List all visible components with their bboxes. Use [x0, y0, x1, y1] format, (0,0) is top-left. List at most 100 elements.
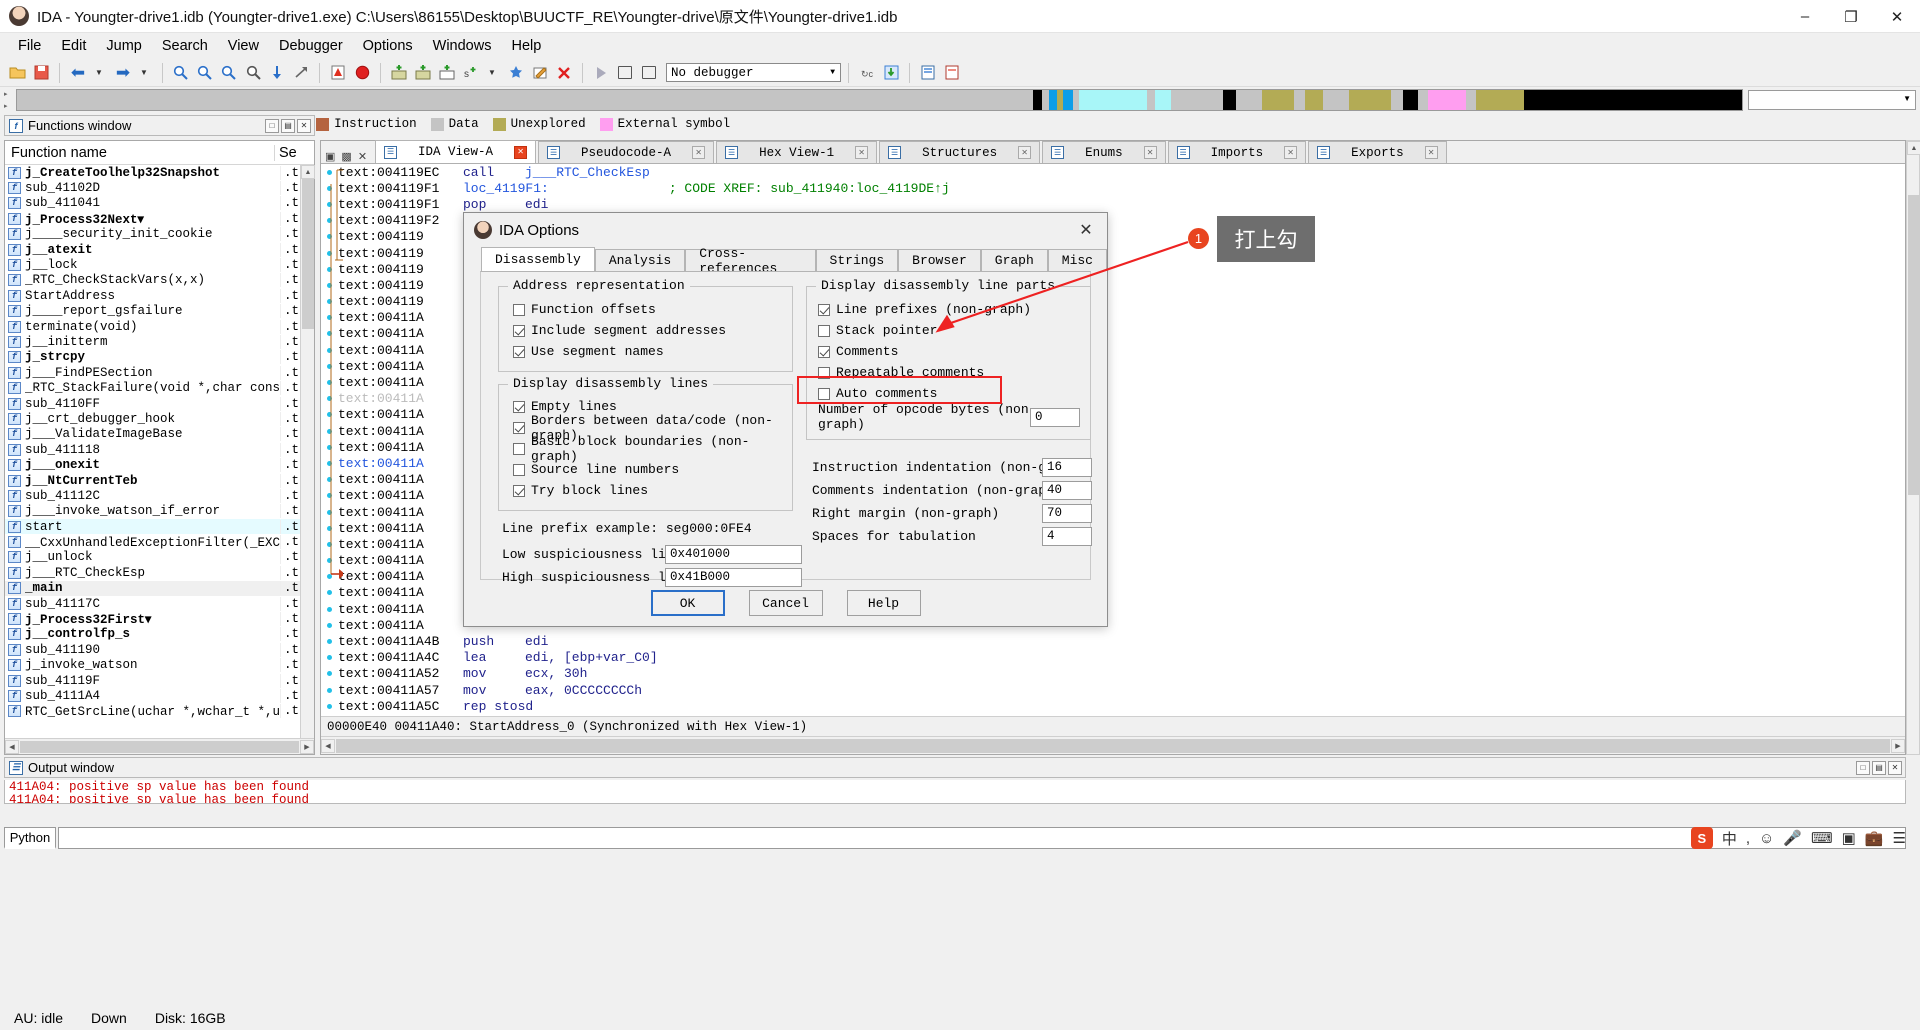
tab-close-icon[interactable]: ✕: [1018, 146, 1032, 159]
open-file-icon[interactable]: [6, 62, 28, 84]
scroll-right-arrow-icon[interactable]: ▶: [300, 739, 314, 754]
function-list-item[interactable]: f j___invoke_watson_if_error .t: [5, 504, 314, 519]
function-list-item[interactable]: f j__unlock .t: [5, 550, 314, 565]
pause-icon[interactable]: [614, 62, 636, 84]
run-icon[interactable]: [590, 62, 612, 84]
function-list-item[interactable]: f StartAddress .t: [5, 288, 314, 303]
function-list-item[interactable]: f j__atexit .t: [5, 242, 314, 257]
cancel-button[interactable]: Cancel: [748, 590, 823, 616]
panel-restore-icon[interactable]: □: [265, 118, 279, 133]
search-number-icon[interactable]: [218, 62, 240, 84]
menu-item-search[interactable]: Search: [152, 35, 218, 57]
function-list-item[interactable]: f _RTC_CheckStackVars(x,x) .t: [5, 273, 314, 288]
menu-item-debugger[interactable]: Debugger: [269, 35, 353, 57]
disassembly-line[interactable]: text:00411A5C rep stosd: [321, 698, 1905, 714]
checkbox-include-segment-addresses[interactable]: Include segment addresses: [513, 320, 792, 341]
disassembly-line[interactable]: text:00411A4C lea edi, [ebp+var_C0]: [321, 650, 1905, 666]
checkbox-basic-block-boundaries[interactable]: Basic block boundaries (non-graph): [513, 434, 792, 464]
breakpoint-dot-icon[interactable]: [327, 218, 332, 224]
python-tab[interactable]: Python: [4, 827, 56, 849]
dialog-tab-disassembly[interactable]: Disassembly: [481, 247, 595, 271]
function-list-item[interactable]: f _main .t: [5, 580, 314, 596]
breakpoint-dot-icon[interactable]: [327, 509, 332, 515]
scrollbar-thumb-h[interactable]: [20, 740, 299, 753]
panel-close-icon[interactable]: ✕: [297, 118, 311, 133]
tab-close-icon[interactable]: ✕: [1284, 146, 1298, 159]
search-again-icon[interactable]: [242, 62, 264, 84]
ime-mic-icon[interactable]: 🎤: [1783, 829, 1802, 847]
scroll-up-arrow-icon[interactable]: ▲: [301, 165, 315, 179]
forward-history-caret-icon[interactable]: ▼: [133, 62, 155, 84]
undefine-icon[interactable]: [505, 62, 527, 84]
ime-screenshot-icon[interactable]: ▣: [1842, 829, 1856, 847]
function-list-item[interactable]: f sub_411190 .t: [5, 642, 314, 657]
back-history-caret-icon[interactable]: ▼: [88, 62, 110, 84]
function-list-item[interactable]: f sub_41112C .t: [5, 488, 314, 503]
breakpoint-dot-icon[interactable]: [327, 606, 332, 612]
scroll-left-arrow-icon[interactable]: ◀: [5, 739, 19, 754]
breakpoint-dot-icon[interactable]: [327, 282, 332, 288]
menu-item-jump[interactable]: Jump: [96, 35, 151, 57]
breakpoint-dot-icon[interactable]: [327, 703, 332, 709]
function-list-item[interactable]: f sub_41119F .t: [5, 673, 314, 688]
function-list-item[interactable]: f j_Process32Next▾ .t: [5, 211, 314, 227]
right-margin-input[interactable]: 70: [1042, 503, 1092, 523]
tab-exports[interactable]: ☰ Exports ✕: [1308, 141, 1447, 163]
maximize-button[interactable]: ❐: [1828, 0, 1874, 33]
menu-item-windows[interactable]: Windows: [423, 35, 502, 57]
tab-close-all-icon[interactable]: ✕: [358, 150, 367, 163]
function-list-item[interactable]: f start .t: [5, 518, 314, 535]
breakpoint-dot-icon[interactable]: [327, 234, 332, 240]
disassembly-horizontal-scrollbar[interactable]: ◀ ▶: [321, 736, 1905, 754]
ime-keyboard-icon[interactable]: ⌨: [1811, 829, 1833, 847]
spaces-for-tabulation-input[interactable]: 4: [1042, 526, 1092, 546]
panel-restore-icon[interactable]: □: [1856, 760, 1870, 775]
panel-float-icon[interactable]: ▤: [1872, 760, 1886, 775]
breakpoint-dot-icon[interactable]: [327, 299, 332, 305]
edit-function-icon[interactable]: [529, 62, 551, 84]
breakpoint-dot-icon[interactable]: [327, 412, 332, 418]
breakpoint-dot-icon[interactable]: [327, 460, 332, 466]
scrollbar-thumb-h[interactable]: [336, 738, 1890, 753]
breakpoint-dot-icon[interactable]: [327, 169, 332, 175]
breakpoint-icon[interactable]: [351, 62, 373, 84]
function-list-item[interactable]: f __CxxUnhandledExceptionFilter(_EXCEP⋯ .t: [5, 534, 314, 550]
breakpoint-dot-icon[interactable]: [327, 655, 332, 661]
tab-close-icon[interactable]: ✕: [1143, 146, 1157, 159]
instruction-indentation-input[interactable]: 16: [1042, 457, 1092, 477]
disassembly-line[interactable]: text:00411A57 mov eax, 0CCCCCCCCh: [321, 682, 1905, 698]
help-button[interactable]: Help: [846, 590, 921, 616]
scroll-left-arrow-icon[interactable]: ◀: [321, 738, 335, 753]
make-code-icon[interactable]: [388, 62, 410, 84]
breakpoint-dot-icon[interactable]: [327, 444, 332, 450]
scrollbar-thumb[interactable]: [1908, 195, 1920, 495]
disassembly-line[interactable]: text:004119F1 pop edi: [321, 196, 1905, 212]
function-list-item[interactable]: f j___ValidateImageBase .t: [5, 427, 314, 442]
tab-close-icon[interactable]: ✕: [1424, 146, 1438, 159]
open-subviews-icon[interactable]: [917, 62, 939, 84]
tab-enums[interactable]: ☰ Enums ✕: [1042, 141, 1166, 163]
warning-icon[interactable]: [327, 62, 349, 84]
opcode-bytes-input[interactable]: 0: [1030, 407, 1080, 427]
disassembly-line[interactable]: text:004119F1 loc_4119F1: ; CODE XREF: sub…: [321, 180, 1905, 196]
tab-structures[interactable]: ☰ Structures ✕: [879, 141, 1041, 163]
breakpoint-dot-icon[interactable]: [327, 574, 332, 580]
make-struct-caret-icon[interactable]: ▼: [481, 62, 503, 84]
tabbar-leading-controls[interactable]: ▣ ▩ ✕: [321, 150, 375, 163]
panel-close-icon[interactable]: ✕: [1888, 760, 1902, 775]
make-struct-icon[interactable]: s: [460, 62, 482, 84]
make-data-icon[interactable]: [412, 62, 434, 84]
function-list-item[interactable]: f terminate(void) .t: [5, 319, 314, 334]
function-list-item[interactable]: f RTC_GetSrcLine(uchar *,wchar_t *,ul⋯ .t: [5, 704, 314, 719]
checkbox-use-segment-names[interactable]: Use segment names: [513, 341, 792, 362]
make-ascii-icon[interactable]: [436, 62, 458, 84]
ime-emoji-icon[interactable]: ☺: [1759, 830, 1774, 847]
navigator-zoom-controls[interactable]: ▸ ▸: [4, 89, 16, 111]
output-log[interactable]: 411A04: positive sp value has been found…: [4, 780, 1906, 804]
breakpoint-dot-icon[interactable]: [327, 639, 332, 645]
high-suspiciousness-input[interactable]: 0x41B000: [665, 567, 802, 587]
tab-hex-view-1[interactable]: ☰ Hex View-1 ✕: [716, 141, 878, 163]
checkbox-function-offsets[interactable]: Function offsets: [513, 299, 792, 320]
minimize-button[interactable]: –: [1782, 0, 1828, 33]
menu-item-edit[interactable]: Edit: [51, 35, 96, 57]
